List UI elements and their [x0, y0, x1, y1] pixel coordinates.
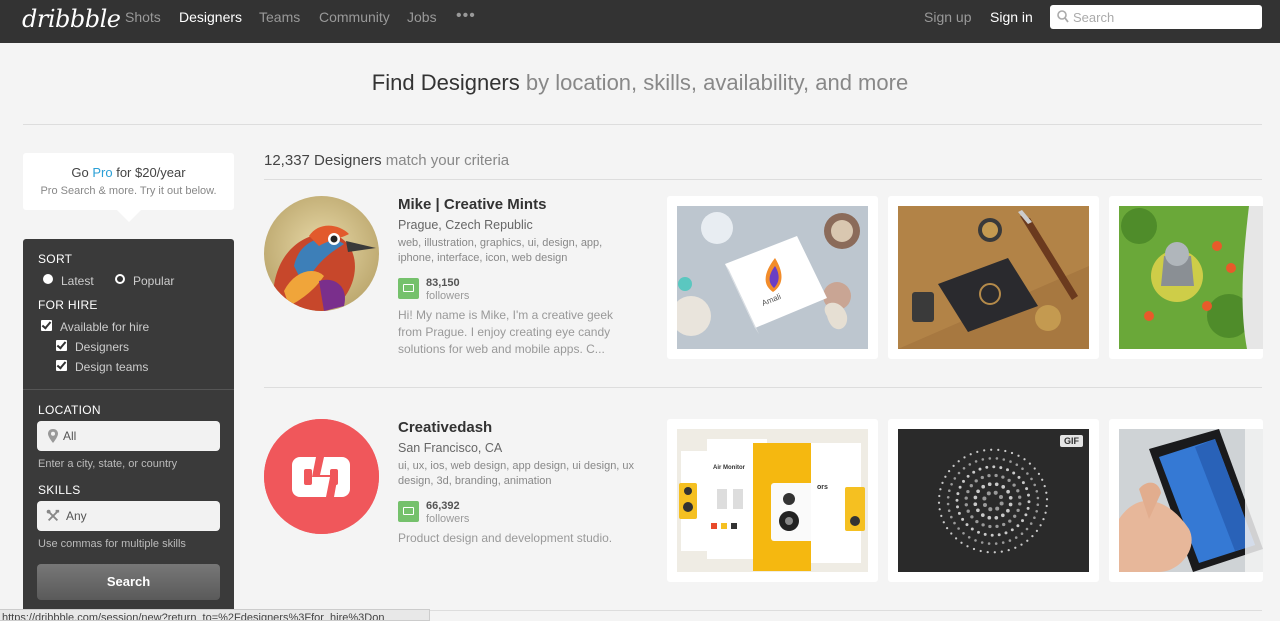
available-for-hire-checkbox[interactable]	[41, 320, 52, 331]
results-divider	[264, 179, 1262, 180]
followers-count: 66,392	[426, 500, 460, 512]
designer-bio: Hi! My name is Mike, I'm a creative geek…	[398, 308, 614, 356]
filter-sidebar: SORT Latest Popular FOR HIRE Available f…	[23, 239, 234, 621]
location-heading: LOCATION	[38, 403, 101, 417]
page-title-rest: by location, skills, availability, and m…	[519, 70, 909, 95]
shot-image-amali: Amali	[677, 206, 868, 349]
shot-image-game	[1119, 206, 1263, 349]
speaker-side-text: ors	[817, 484, 828, 491]
designer-name[interactable]: Mike | Creative Mints	[398, 196, 546, 213]
results-suffix: match your criteria	[381, 152, 510, 169]
filter-divider	[23, 389, 234, 390]
followers-label: followers	[426, 513, 470, 525]
pro-price: for $20/year	[112, 165, 186, 180]
pro-promo-subtitle: Pro Search & more. Try it out below.	[40, 185, 217, 197]
designer-bio: Product design and development studio.	[398, 531, 613, 545]
sort-heading: SORT	[38, 252, 73, 266]
designer-skills: ui, ux, ios, web design, app design, ui …	[398, 460, 635, 487]
avatar[interactable]	[264, 196, 379, 311]
pro-go-text: Go	[71, 165, 93, 180]
bird-avatar-illustration	[264, 196, 379, 311]
hero-divider	[23, 124, 1262, 125]
nav-jobs[interactable]: Jobs	[407, 9, 437, 25]
design-teams-checkbox[interactable]	[56, 360, 67, 371]
avatar[interactable]	[264, 419, 379, 534]
creativedash-logo-icon	[264, 419, 379, 534]
for-hire-heading: FOR HIRE	[38, 298, 98, 312]
skills-heading: SKILLS	[38, 483, 81, 497]
skills-value: Any	[66, 509, 87, 523]
shot-thumbnail[interactable]	[1109, 419, 1263, 582]
designers-label[interactable]: Designers	[75, 340, 129, 354]
pro-link[interactable]: Pro	[92, 165, 112, 180]
designers-checkbox[interactable]	[56, 340, 67, 351]
gif-badge: GIF	[1060, 435, 1083, 447]
nav-teams[interactable]: Teams	[259, 9, 300, 25]
designer-card: Creativedash San Francisco, CA ui, ux, i…	[264, 419, 1280, 619]
sign-up-link[interactable]: Sign up	[924, 9, 971, 25]
followers-icon	[398, 278, 419, 299]
tools-icon	[46, 509, 60, 522]
shot-image-dots-animation: GIF	[898, 429, 1089, 572]
designer-skills: web, illustration, graphics, ui, design,…	[398, 237, 603, 264]
nav-community[interactable]: Community	[319, 9, 390, 25]
speaker-title-text: Air Monitor	[713, 465, 746, 471]
sort-latest-label[interactable]: Latest	[61, 274, 94, 288]
skills-hint: Use commas for multiple skills	[38, 538, 186, 550]
location-value: All	[63, 429, 77, 443]
results-count: 12,337 Designers match your criteria	[264, 152, 509, 169]
shot-thumbnail[interactable]: Amali	[667, 196, 878, 359]
location-input[interactable]: All	[37, 421, 220, 451]
map-pin-icon	[48, 429, 58, 443]
shot-thumbnail[interactable]	[888, 196, 1099, 359]
sort-popular-radio[interactable]	[115, 274, 125, 284]
shot-image-stationery	[898, 206, 1089, 349]
sort-popular-label[interactable]: Popular	[133, 274, 174, 288]
more-menu-icon[interactable]: •••	[456, 7, 476, 25]
designer-name[interactable]: Creativedash	[398, 419, 492, 436]
browser-status-bar: https://dribbble.com/session/new?return_…	[0, 609, 430, 621]
followers-count: 83,150	[426, 277, 460, 289]
shot-thumbnail[interactable]: Air Monitor ors	[667, 419, 878, 582]
search-box[interactable]	[1050, 5, 1262, 29]
designer-location: San Francisco, CA	[398, 441, 503, 455]
followers-label: followers	[426, 290, 470, 302]
filter-search-button[interactable]: Search	[37, 564, 220, 600]
pro-promo-title: Go Pro for $20/year	[23, 165, 234, 180]
designer-card: Mike | Creative Mints Prague, Czech Repu…	[264, 196, 1280, 396]
nav-designers[interactable]: Designers	[179, 9, 242, 25]
search-icon	[1057, 10, 1069, 23]
sort-latest-radio[interactable]	[43, 274, 53, 284]
designer-divider	[264, 387, 1262, 388]
search-input[interactable]	[1073, 8, 1253, 26]
designer-location: Prague, Czech Republic	[398, 218, 533, 232]
location-hint: Enter a city, state, or country	[38, 458, 178, 470]
nav-shots[interactable]: Shots	[125, 9, 161, 25]
top-navigation-bar: dribbble Shots Designers Teams Community…	[0, 0, 1280, 43]
shot-image-speakers: Air Monitor ors	[677, 429, 868, 572]
shot-thumbnail[interactable]: GIF	[888, 419, 1099, 582]
design-teams-label[interactable]: Design teams	[75, 360, 148, 374]
pro-promo[interactable]: Go Pro for $20/year Pro Search & more. T…	[23, 153, 234, 222]
shot-image-phone-hand	[1119, 429, 1263, 572]
available-for-hire-label[interactable]: Available for hire	[60, 320, 149, 334]
dribbble-logo[interactable]: dribbble	[22, 5, 121, 33]
results-number: 12,337 Designers	[264, 152, 382, 169]
page-title-strong: Find Designers	[371, 70, 520, 95]
sign-in-link[interactable]: Sign in	[990, 9, 1033, 25]
page-title: Find Designers by location, skills, avai…	[0, 70, 1280, 96]
shot-thumbnail[interactable]	[1109, 196, 1263, 359]
skills-input[interactable]: Any	[37, 501, 220, 531]
followers-icon	[398, 501, 419, 522]
